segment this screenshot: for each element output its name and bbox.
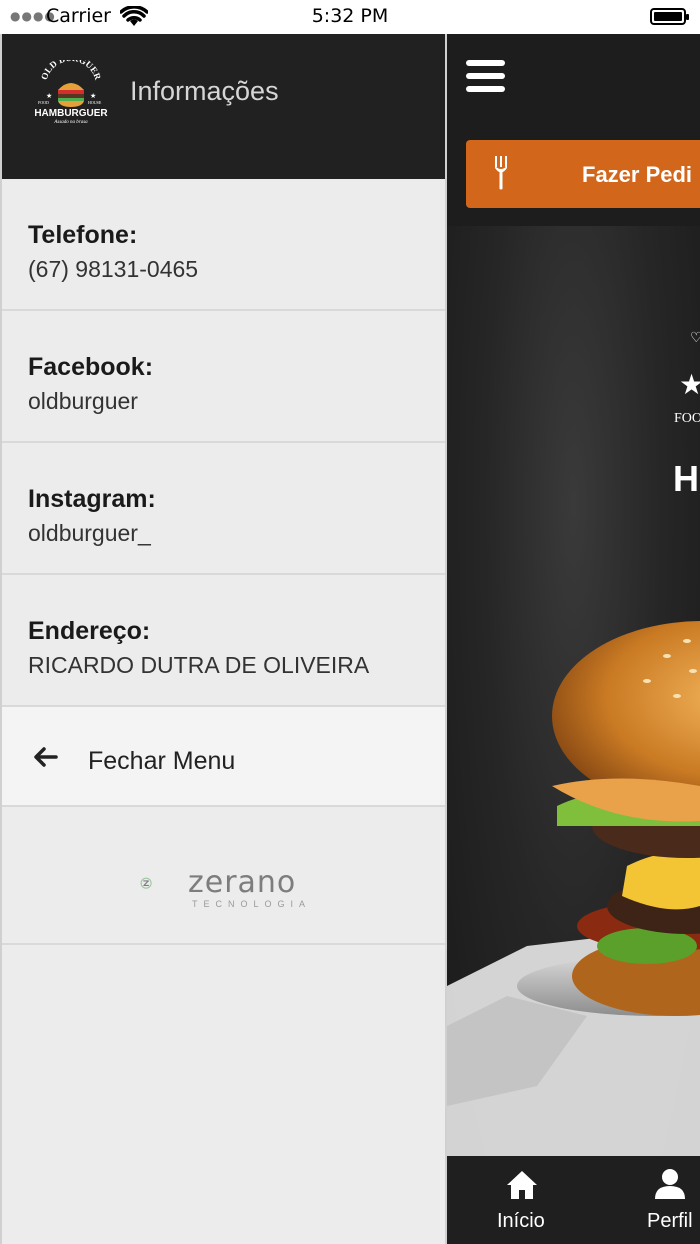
info-label: Endereço: [28,617,151,645]
info-label: Facebook: [28,353,154,381]
nav-item-inicio[interactable]: Início [447,1156,597,1244]
info-value: RICARDO DUTRA DE OLIVEIRA [28,652,370,678]
close-menu-button[interactable]: Fechar Menu [2,707,445,807]
logo-house-text: HOUSE [88,100,102,105]
logo-food-text: FOOD [38,100,49,105]
zerano-logo-icon [140,877,152,889]
bottom-navigation: Início Perfil [447,1156,700,1244]
fork-icon [495,156,507,190]
user-icon [655,1169,685,1199]
home-icon [507,1171,537,1199]
info-item-facebook[interactable]: Facebook: oldburguer [2,311,445,443]
order-button-label: Fazer Pedi [582,162,693,187]
battery-icon [650,8,689,25]
svg-text:★: ★ [679,368,700,401]
status-bar: ●●●● Carrier 5:32 PM [0,0,700,34]
info-item-endereco[interactable]: Endereço: RICARDO DUTRA DE OLIVEIRA [2,575,445,707]
close-menu-label: Fechar Menu [88,747,236,775]
info-label: Telefone: [28,221,138,249]
hamburger-menu-icon[interactable] [466,60,505,94]
drawer-title: Informações [130,76,279,106]
burger-photo: ♡ ★ FOO H [447,331,700,1156]
order-button[interactable]: Fazer Pedi [466,140,700,208]
svg-text:♡: ♡ [690,331,700,346]
drawer-header: OLD BURGUER ★ ★ FOOD HOUSE HAMBURGUER As… [2,34,445,179]
svg-text:★: ★ [46,92,52,100]
clock: 5:32 PM [311,5,389,27]
info-item-instagram[interactable]: Instagram: oldburguer_ [2,443,445,575]
side-drawer: OLD BURGUER ★ ★ FOOD HOUSE HAMBURGUER As… [0,34,447,1244]
info-label: Instagram: [28,485,156,513]
brand-footer: zerano TECNOLOGIA [2,807,445,945]
logo-arc-text: OLD BURGUER [39,60,103,82]
logo-main-text: HAMBURGUER [34,108,108,119]
nav-item-perfil[interactable]: Perfil [627,1156,700,1244]
info-value: oldburguer [28,388,138,414]
hero-logo-food-text: FOO [674,411,700,426]
brand-name: zerano [188,865,297,900]
logo-script-text: Assado na brasa [53,120,88,125]
app-screen: ●●●● Carrier 5:32 PM Fazer Pedi ♡ ★ FOO … [0,0,700,1244]
hero-logo-h-text: H [673,458,699,499]
info-item-telefone[interactable]: Telefone: (67) 98131-0465 [2,179,445,311]
nav-label-perfil: Perfil [647,1210,693,1232]
arrow-left-icon [34,747,58,767]
nav-label-inicio: Início [497,1210,545,1232]
brand-subtitle: TECNOLOGIA [192,899,312,909]
hero-image: ♡ ★ FOO H [447,226,700,1156]
svg-text:★: ★ [90,92,96,100]
info-value: (67) 98131-0465 [28,256,199,282]
old-burguer-logo: OLD BURGUER ★ ★ FOOD HOUSE HAMBURGUER As… [34,60,108,125]
info-value: oldburguer_ [28,520,151,546]
top-bar: Fazer Pedi [447,34,700,208]
main-screen: Fazer Pedi ♡ ★ FOO H Início Perfil [447,34,700,1244]
svg-text:OLD BURGUER: OLD BURGUER [39,60,103,82]
